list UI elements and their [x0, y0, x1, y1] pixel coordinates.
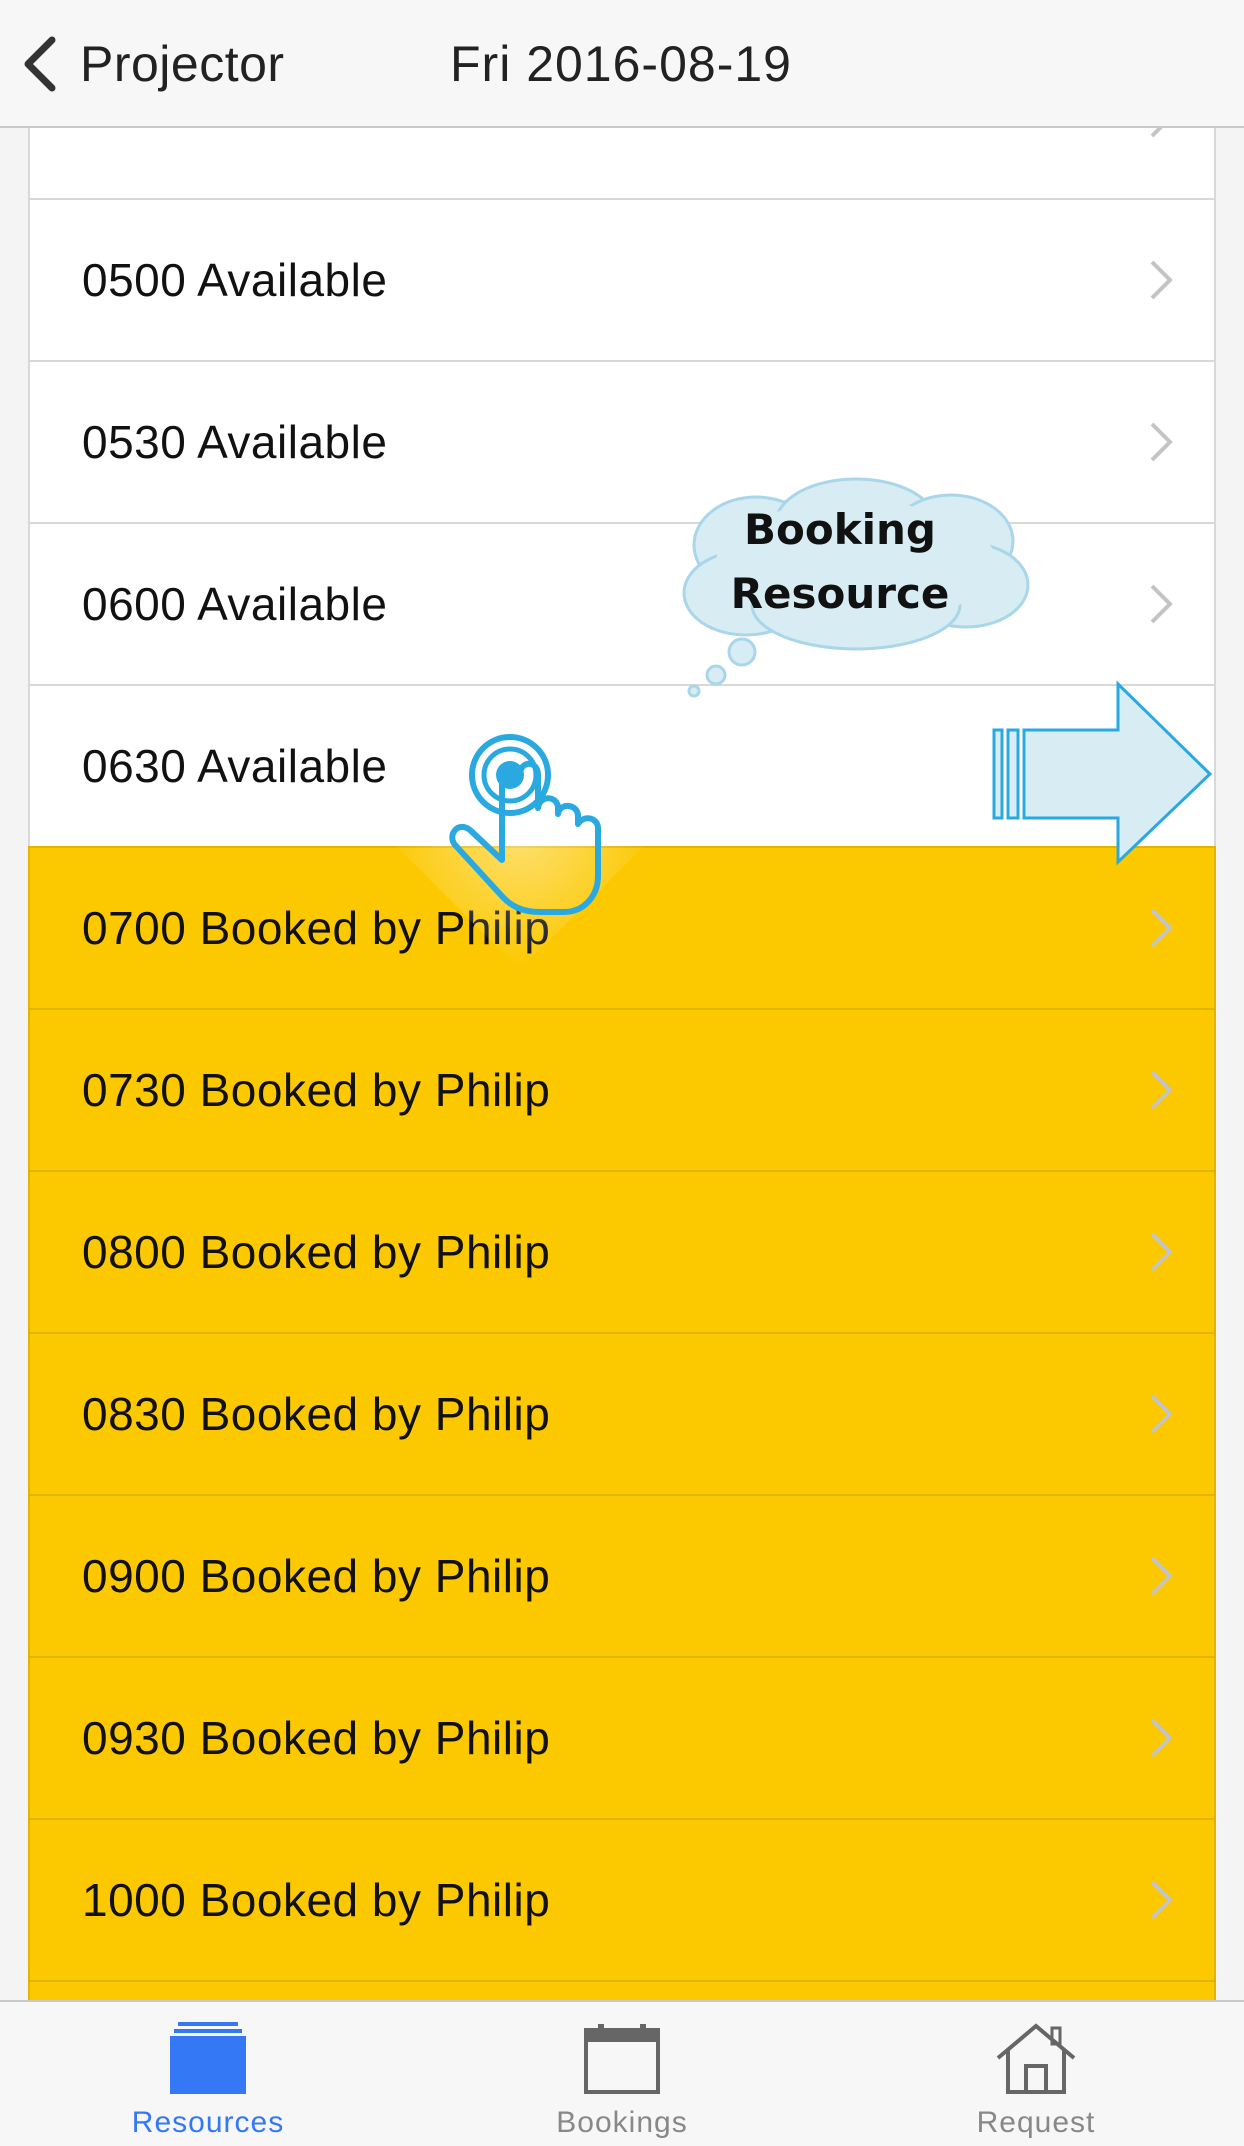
slot-label: 0530 Available: [82, 416, 388, 468]
slot-row[interactable]: 0700 Booked by Philip: [28, 846, 1216, 1008]
chevron-right-icon: [1150, 1394, 1173, 1434]
stack-icon: [170, 2022, 246, 2094]
tab-label: Request: [976, 2106, 1096, 2139]
back-button[interactable]: Projector: [20, 26, 285, 102]
chevron-right-icon: [1150, 422, 1173, 462]
chevron-right-icon: [1150, 1880, 1173, 1920]
slot-label: 0630 Available: [82, 740, 388, 792]
slot-row[interactable]: 0530 Available: [28, 360, 1216, 522]
slot-row[interactable]: 0930 Booked by Philip: [28, 1656, 1216, 1818]
slot-row[interactable]: 0730 Booked by Philip: [28, 1008, 1216, 1170]
tab-request[interactable]: Request: [876, 2002, 1196, 2146]
time-slot-list: 0500 Available 0530 Available 0600 Avail…: [28, 36, 1216, 2142]
booking-screen: 0500 Available 0530 Available 0600 Avail…: [0, 0, 1244, 2146]
tab-resources[interactable]: Resources: [48, 2002, 368, 2146]
chevron-right-icon: [1150, 1718, 1173, 1758]
page-title: Fri 2016-08-19: [450, 36, 792, 92]
chevron-right-icon: [1150, 584, 1173, 624]
slot-label: 0500 Available: [82, 254, 388, 306]
tab-label: Bookings: [556, 2106, 688, 2139]
chevron-right-icon: [1150, 1232, 1173, 1272]
chevron-right-icon: [1150, 1556, 1173, 1596]
slot-label: 0900 Booked by Philip: [82, 1550, 551, 1602]
chevron-right-icon: [1150, 908, 1173, 948]
chevron-right-icon: [1150, 746, 1173, 786]
slot-row[interactable]: 0630 Available: [28, 684, 1216, 846]
slot-label: 0800 Booked by Philip: [82, 1226, 551, 1278]
slot-label: 0930 Booked by Philip: [82, 1712, 551, 1764]
calendar-icon: [584, 2024, 660, 2094]
chevron-right-icon: [1150, 260, 1173, 300]
slot-label: 0700 Booked by Philip: [82, 902, 551, 954]
house-icon: [996, 2023, 1076, 2094]
slot-row[interactable]: 0500 Available: [28, 198, 1216, 360]
navigation-bar: Projector Fri 2016-08-19: [0, 0, 1244, 128]
slot-row[interactable]: 0900 Booked by Philip: [28, 1494, 1216, 1656]
slot-row[interactable]: 0800 Booked by Philip: [28, 1170, 1216, 1332]
slot-label: 0830 Booked by Philip: [82, 1388, 551, 1440]
chevron-left-icon: [24, 36, 56, 92]
tab-label: Resources: [131, 2106, 285, 2139]
tab-bar: Resources Bookings Request: [0, 2000, 1244, 2146]
back-label: Projector: [80, 36, 285, 92]
slot-row[interactable]: 1000 Booked by Philip: [28, 1818, 1216, 1980]
slot-label: 1000 Booked by Philip: [82, 1874, 551, 1926]
slot-label: 0730 Booked by Philip: [82, 1064, 551, 1116]
tab-bookings[interactable]: Bookings: [462, 2002, 782, 2146]
slot-label: 0600 Available: [82, 578, 388, 630]
slot-row[interactable]: 0830 Booked by Philip: [28, 1332, 1216, 1494]
chevron-right-icon: [1150, 1070, 1173, 1110]
slot-row[interactable]: 0600 Available: [28, 522, 1216, 684]
